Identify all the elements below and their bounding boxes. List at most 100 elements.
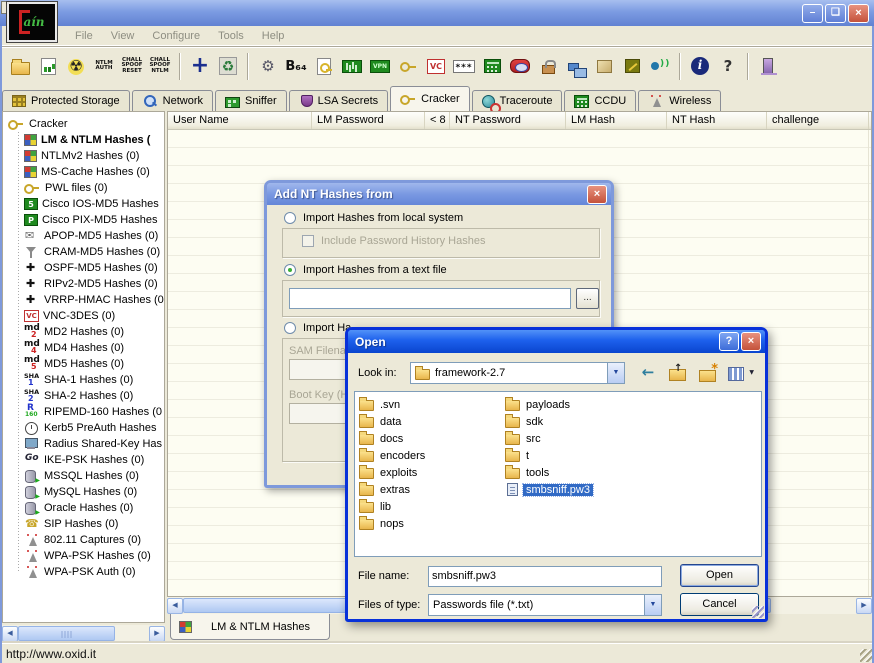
scroll-right-icon[interactable]: ▶	[149, 626, 165, 642]
tab-lsa-secrets[interactable]: LSA Secrets	[289, 90, 389, 111]
scroll-left-icon[interactable]: ◀	[167, 598, 183, 614]
toolbar-remote-desktop-button[interactable]	[507, 51, 533, 81]
tab-network[interactable]: Network	[132, 90, 213, 111]
file-item-extras[interactable]: extras	[359, 481, 505, 498]
menu-tools[interactable]: Tools	[209, 28, 253, 44]
file-item-lib[interactable]: lib	[359, 498, 505, 515]
look-in-dropdown[interactable]: framework-2.7 ▼	[410, 362, 625, 384]
tree-item-vrrp-hmac-hashes-0[interactable]: VRRP-HMAC Hashes (0	[14, 292, 164, 308]
open-button[interactable]: Open	[680, 564, 759, 587]
tree-item-mysql-hashes-0[interactable]: MySQL Hashes (0)	[14, 484, 164, 500]
file-item-data[interactable]: data	[359, 413, 505, 430]
scroll-right-icon[interactable]: ▶	[856, 598, 872, 614]
add-dialog-close-button[interactable]: ×	[587, 185, 607, 204]
toolbar-hash-calculator-button[interactable]	[339, 51, 365, 81]
tree-item-radius-shared-key-has[interactable]: Radius Shared-Key Has	[14, 436, 164, 452]
sidebar-horizontal-scrollbar[interactable]: ◀ ▶	[2, 625, 165, 642]
toolbar-help-button[interactable]: ?	[715, 51, 741, 81]
file-item-tools[interactable]: tools	[505, 464, 651, 481]
text-file-path-input[interactable]	[289, 288, 571, 309]
toolbar-wordlist-key-button[interactable]	[395, 51, 421, 81]
toolbar-add-button[interactable]: +	[187, 51, 213, 81]
tree-item-vnc-3des-0[interactable]: VNC-3DES (0)	[14, 308, 164, 324]
close-button[interactable]: ×	[848, 4, 869, 23]
scroll-left-icon[interactable]: ◀	[2, 626, 18, 642]
view-menu-icon[interactable]	[728, 365, 754, 381]
maximize-button[interactable]: ❑	[825, 4, 846, 23]
file-item-src[interactable]: src	[505, 430, 651, 447]
tree-item-cram-md5-hashes-0[interactable]: CRAM-MD5 Hashes (0)	[14, 244, 164, 260]
toolbar-key-badge-button[interactable]	[619, 51, 645, 81]
column-header-lm-hash[interactable]: LM Hash	[566, 112, 667, 129]
tree-item-cisco-ios-md5-hashes[interactable]: Cisco IOS-MD5 Hashes	[14, 196, 164, 212]
tab-wireless[interactable]: Wireless	[638, 90, 721, 111]
radio-icon[interactable]	[284, 212, 296, 224]
file-name-input[interactable]	[428, 566, 662, 587]
scroll-thumb[interactable]	[18, 626, 115, 641]
file-item-t[interactable]: t	[505, 447, 651, 464]
tree-item-cisco-pix-md5-hashes[interactable]: Cisco PIX-MD5 Hashes	[14, 212, 164, 228]
tree-item-wpa-psk-hashes-0[interactable]: WPA-PSK Hashes (0)	[14, 548, 164, 564]
up-one-level-icon[interactable]	[668, 365, 688, 381]
file-item-docs[interactable]: docs	[359, 430, 505, 447]
tree-item-oracle-hashes-0[interactable]: Oracle Hashes (0)	[14, 500, 164, 516]
toolbar-calculator-button[interactable]	[479, 51, 505, 81]
tree-item-ripv2-md5-hashes-0[interactable]: RIPv2-MD5 Hashes (0)	[14, 276, 164, 292]
toolbar-open-file-button[interactable]	[7, 51, 33, 81]
tree-item-802-11-captures-0[interactable]: 802.11 Captures (0)	[14, 532, 164, 548]
toolbar-chall-spoof-ntlm-button[interactable]: CHALL SPOOF NTLM	[147, 51, 173, 81]
radio-icon[interactable]	[284, 264, 296, 276]
tree-item-mssql-hashes-0[interactable]: MSSQL Hashes (0)	[14, 468, 164, 484]
tree-item-md5-hashes-0[interactable]: MD5 Hashes (0)	[14, 356, 164, 372]
tab-sniffer[interactable]: Sniffer	[215, 90, 287, 111]
back-icon[interactable]: ←	[638, 365, 658, 381]
toolbar-radioactive-button[interactable]: ☢	[63, 51, 89, 81]
column-header-lm-password[interactable]: LM Password	[312, 112, 425, 129]
tree-item-ospf-md5-hashes-0[interactable]: OSPF-MD5 Hashes (0)	[14, 260, 164, 276]
dialog-resize-grip[interactable]	[752, 606, 764, 618]
tree-item-wpa-psk-auth-0[interactable]: WPA-PSK Auth (0)	[14, 564, 164, 580]
tab-cracker[interactable]: Cracker	[390, 86, 470, 111]
tree-item-kerb5-preauth-hashes[interactable]: Kerb5 PreAuth Hashes	[14, 420, 164, 436]
tree-item-sip-hashes-0[interactable]: SIP Hashes (0)	[14, 516, 164, 532]
toolbar-lock-button[interactable]	[535, 51, 561, 81]
files-of-type-dropdown[interactable]: Passwords file (*.txt) ▼	[428, 594, 662, 616]
radio-import-text-file[interactable]: Import Hashes from a text file	[284, 264, 452, 276]
tab-traceroute[interactable]: Traceroute	[472, 90, 563, 111]
tree-item-ms-cache-hashes-0[interactable]: MS-Cache Hashes (0)	[14, 164, 164, 180]
tree-item-lm-ntlm-hashes[interactable]: LM & NTLM Hashes (	[14, 132, 164, 148]
toolbar-password-button[interactable]: ***	[451, 51, 477, 81]
menu-help[interactable]: Help	[253, 28, 294, 44]
cancel-button[interactable]: Cancel	[680, 593, 759, 616]
column-header-challenge[interactable]: challenge	[767, 112, 869, 129]
dropdown-arrow-icon[interactable]: ▼	[607, 363, 624, 383]
toolbar-box-button[interactable]	[591, 51, 617, 81]
file-item-payloads[interactable]: payloads	[505, 396, 651, 413]
file-item-svn[interactable]: .svn	[359, 396, 505, 413]
file-item-encoders[interactable]: encoders	[359, 447, 505, 464]
toolbar-export-graph-button[interactable]	[35, 51, 61, 81]
tree-item-cracker[interactable]: Cracker	[8, 116, 164, 132]
column-header-nt-hash[interactable]: NT Hash	[667, 112, 767, 129]
file-item-smbsniff-pw3[interactable]: smbsniff.pw3	[505, 481, 651, 498]
toolbar-ntlm-auth-button[interactable]: NTLM AUTH	[91, 51, 117, 81]
tree-item-sha-1-hashes-0[interactable]: SHA-1 Hashes (0)	[14, 372, 164, 388]
file-item-nops[interactable]: nops	[359, 515, 505, 532]
dropdown-arrow-icon[interactable]: ▼	[644, 595, 661, 615]
minimize-button[interactable]: –	[802, 4, 823, 23]
toolbar-info-button[interactable]: i	[687, 51, 713, 81]
tree-item-ike-psk-hashes-0[interactable]: IKE-PSK Hashes (0)	[14, 452, 164, 468]
menu-view[interactable]: View	[102, 28, 144, 44]
toolbar-exit-button[interactable]	[755, 51, 781, 81]
tree-item-sha-2-hashes-0[interactable]: SHA-2 Hashes (0)	[14, 388, 164, 404]
tree-item-md4-hashes-0[interactable]: MD4 Hashes (0)	[14, 340, 164, 356]
file-item-sdk[interactable]: sdk	[505, 413, 651, 430]
tree-item-apop-md5-hashes-0[interactable]: APOP-MD5 Hashes (0)	[14, 228, 164, 244]
checkbox-password-history[interactable]: Include Password History Hashes	[302, 235, 490, 247]
new-folder-icon[interactable]	[698, 365, 718, 381]
radio-import-local-system[interactable]: Import Hashes from local system	[284, 212, 468, 224]
tab-ccdu[interactable]: CCDU	[564, 90, 636, 111]
checkbox-icon[interactable]	[302, 235, 314, 247]
toolbar-configure-button[interactable]: ⚙	[255, 51, 281, 81]
tree-item-ripemd-160-hashes-0[interactable]: RIPEMD-160 Hashes (0	[14, 404, 164, 420]
